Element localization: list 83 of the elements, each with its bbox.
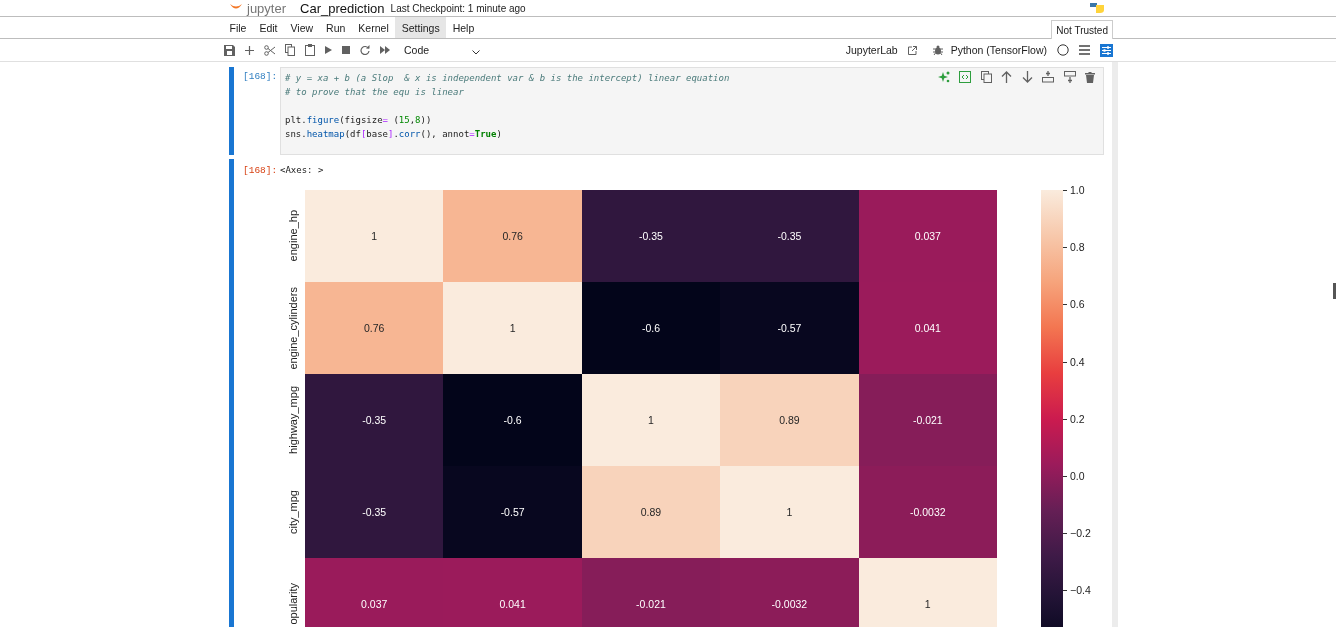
heatmap-cell: -0.021 [581,558,721,627]
heatmap-cell: 0.89 [581,466,721,558]
heatmap-cell: 0.89 [720,374,859,466]
jupyterlab-link[interactable]: JupyterLab [845,44,898,56]
heatmap-cell: -0.35 [720,190,859,282]
heatmap-cell: 1 [858,558,997,627]
heatmap-cell: -0.0032 [720,558,859,627]
menu-item[interactable]: View [284,17,320,38]
input-prompt: [168]: [242,70,279,82]
heatmap-cell: -0.6 [581,282,721,374]
heatmap-cell: 1 [443,282,582,374]
trust-indicator[interactable]: Not Trusted [1051,20,1113,39]
insert-above-icon[interactable] [1042,71,1054,83]
code-line: sns.heatmap(df[base].corr(), annot=True) [285,128,502,141]
logo-text: jupyter [247,0,287,16]
heatmap-cell: 0.76 [305,282,444,374]
insert-below-icon[interactable] [1063,71,1076,83]
heatmap-cell: 0.041 [858,282,997,374]
colorbar-tick-label: 0.2 [1070,411,1085,426]
fast-forward-icon[interactable] [380,46,390,54]
duplicate-icon[interactable] [980,71,992,83]
heatmap-cell: -0.57 [443,466,582,558]
colorbar-tick-label: 0.0 [1070,469,1085,483]
row-label: engine_cylinders [286,286,299,370]
menu-icon[interactable] [1079,45,1090,55]
add-icon[interactable] [245,45,254,55]
heatmap-cell: -0.0032 [858,466,997,558]
cut-icon[interactable] [264,44,275,56]
caret-icon [472,49,481,55]
save-icon[interactable] [224,44,235,56]
menu-item[interactable]: Run [319,17,352,38]
colorbar-tick-label: 0.4 [1070,354,1085,369]
copy-icon[interactable] [285,44,295,56]
heatmap-cell: -0.6 [443,374,582,466]
cell-type-dropdown[interactable]: Code [404,44,481,56]
heatmap-cell: 0.76 [443,190,582,282]
code-icon[interactable] [959,71,971,83]
heatmap-cell: 0.037 [305,558,444,627]
menu-item[interactable]: Help [446,17,481,38]
kernel-name[interactable]: Python (TensorFlow) [950,44,1047,56]
arrow-up-icon[interactable] [1001,71,1012,83]
menu-item[interactable]: File [223,17,253,38]
heatmap-cell: 0.037 [858,190,997,282]
menu-item[interactable]: Settings [395,17,447,38]
colorbar-tick-label: −0.2 [1070,526,1091,541]
menu-item[interactable]: Kernel [351,17,396,38]
menu-item[interactable]: Edit [252,17,284,38]
code-line: plt.figure(figsize= (15,8)) [285,114,432,127]
heatmap-cell: -0.021 [858,374,997,466]
row-label: city_mpg [286,490,299,534]
colorbar-tick-label: −0.4 [1070,583,1091,598]
heatmap-cell: -0.35 [581,190,721,282]
row-label: opularity [286,583,299,625]
row-label: engine_hp [286,210,299,262]
heatmap-cell: 1 [305,190,444,282]
kernel-status-icon [1057,44,1069,56]
colorbar-tick-label: 0.6 [1070,297,1085,312]
heatmap-cell: -0.35 [305,374,444,466]
code-line: # y = xa + b (a Slop & x is independent var & b is the intercept) linear equation [285,72,730,85]
code-editor[interactable]: # y = xa + b (a Slop & x is independent var & b is the intercept) linear equation # to prove that the equ is linear plt.figure(figsize= (15,8)) sns.heatmap(df[base].corr(), annot=True) [280,67,1104,155]
notebook-title[interactable]: Car_prediction [300,0,385,16]
heatmap-cell: -0.35 [305,466,444,558]
bug-icon[interactable] [932,45,943,55]
checkpoint-status: Last Checkpoint: 1 minute ago [390,1,526,15]
sparkle-icon[interactable] [937,71,950,83]
colorbar-tick-label: 0.8 [1070,240,1085,255]
scrollbar[interactable] [1333,283,1336,299]
colorbar-tick-label: 1.0 [1070,183,1085,197]
heatmap-cell: 1 [581,374,721,466]
heatmap-cell: 1 [720,466,859,558]
restart-icon[interactable] [360,45,370,55]
trash-icon[interactable] [1085,71,1095,83]
code-line: # to prove that the equ is linear [285,86,464,99]
run-icon[interactable] [325,46,332,54]
heatmap-cell: -0.57 [720,282,859,374]
property-inspector-icon[interactable] [1100,43,1113,57]
heatmap-cell: 0.041 [443,558,582,627]
arrow-down-icon[interactable] [1021,71,1033,83]
external-link-icon[interactable] [907,45,917,55]
paste-icon[interactable] [305,44,315,56]
row-label: highway_mpg [286,386,299,454]
output-prompt: [168]: [242,164,279,176]
output-text: <Axes: > [280,164,325,177]
